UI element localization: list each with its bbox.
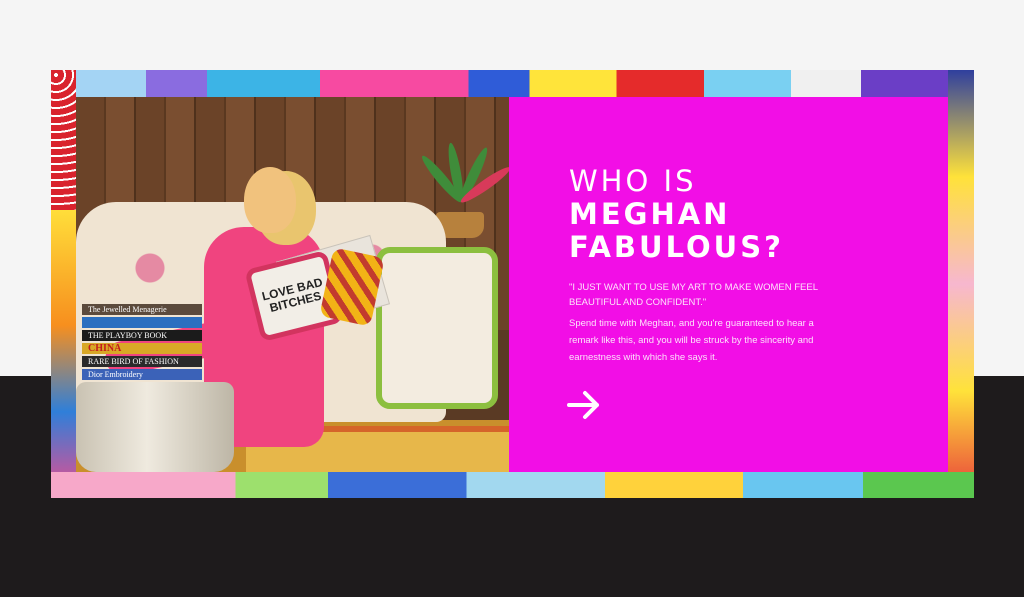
patch-top [76,70,948,97]
silver-pouf [76,382,234,472]
intro-body: Spend time with Meghan, and you're guara… [569,318,814,363]
hero-photo: LOVE BAD BITCHES The Jewelled Menagerie … [76,97,509,472]
title-line-3: FABULOUS? [569,230,784,264]
intro-panel: WHO IS MEGHAN FABULOUS? "I JUST WANT TO … [509,97,948,472]
page-title: WHO IS MEGHAN FABULOUS? [569,165,784,264]
patch-bottom [51,472,974,498]
patch-left [51,210,76,498]
book-spine: The Jewelled Menagerie [82,304,202,315]
book-spine: CHINA [82,343,202,354]
book-stack: The Jewelled Menagerie THE PLAYBOY BOOK … [82,302,202,382]
book-spine: RARE BIRD OF FASHION [82,356,202,367]
patch-right [948,70,974,498]
book-spine: THE PLAYBOY BOOK [82,330,202,341]
title-line-2: MEGHAN [569,197,731,231]
patchwork-frame: LOVE BAD BITCHES The Jewelled Menagerie … [51,70,974,498]
figure-head [244,167,296,233]
arrow-right-icon[interactable] [567,390,601,420]
crochet-blanket [376,247,498,409]
title-line-1: WHO IS [569,164,697,198]
book-spine [82,317,202,328]
book-spine: Dior Embroidery [82,369,202,380]
intro-quote: "I JUST WANT TO USE MY ART TO MAKE WOMEN… [569,282,818,308]
